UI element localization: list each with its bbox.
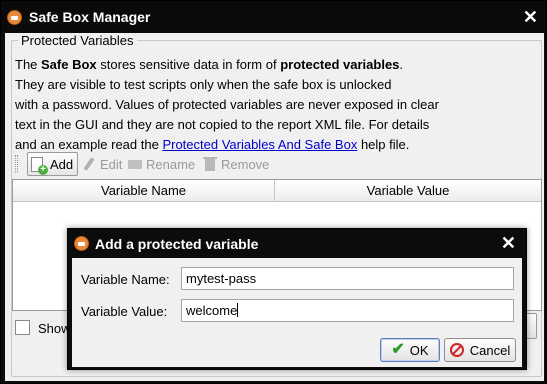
dialog-title: Add a protected variable bbox=[95, 236, 259, 252]
rename-icon bbox=[127, 156, 143, 172]
help-file-link[interactable]: Protected Variables And Safe Box bbox=[162, 137, 357, 152]
ok-button[interactable]: ✔ OK bbox=[380, 338, 440, 362]
dialog-client-area: Variable Name: mytest-pass Variable Valu… bbox=[72, 258, 522, 367]
group-legend: Protected Variables bbox=[18, 33, 137, 48]
app-icon bbox=[74, 236, 89, 251]
rename-label: Rename bbox=[146, 156, 196, 172]
desc-text: stores sensitive data in form of bbox=[96, 57, 281, 72]
ok-label: OK bbox=[409, 342, 429, 358]
show-checkbox[interactable] bbox=[15, 320, 30, 335]
description-line-4: text in the GUI and they are not copied … bbox=[15, 117, 430, 132]
cancel-label: Cancel bbox=[469, 342, 511, 358]
description-line-1: The Safe Box stores sensitive data in fo… bbox=[15, 55, 455, 75]
wrench-icon bbox=[81, 156, 97, 172]
desc-text: help file. bbox=[357, 137, 410, 152]
edit-label: Edit bbox=[100, 156, 123, 172]
text-caret bbox=[237, 303, 239, 317]
toolbar: Add Edit Rename Remove bbox=[15, 152, 535, 176]
add-label: Add bbox=[50, 156, 74, 172]
variable-value-label: Variable Value: bbox=[81, 304, 168, 319]
trash-icon bbox=[202, 156, 218, 172]
checkmark-icon: ✔ bbox=[391, 341, 405, 358]
add-button[interactable]: Add bbox=[27, 152, 79, 176]
description-line-2: They are visible to test scripts only wh… bbox=[15, 77, 392, 92]
description-text: The Safe Box stores sensitive data in fo… bbox=[15, 55, 455, 155]
variable-name-field[interactable]: mytest-pass bbox=[181, 267, 514, 290]
desc-text: The bbox=[15, 57, 42, 72]
desc-bold-safe-box: Safe Box bbox=[41, 57, 97, 72]
remove-label: Remove bbox=[221, 156, 270, 172]
cancel-button[interactable]: Cancel bbox=[444, 338, 516, 362]
close-icon[interactable]: ✕ bbox=[501, 233, 516, 253]
column-header-variable-name[interactable]: Variable Name bbox=[13, 180, 275, 202]
variable-name-value: mytest-pass bbox=[186, 271, 257, 286]
cancel-icon bbox=[449, 343, 464, 357]
edit-button[interactable]: Edit bbox=[81, 152, 122, 176]
app-icon bbox=[7, 10, 22, 25]
description-line-3: with a password. Values of protected var… bbox=[15, 97, 439, 112]
column-header-variable-value[interactable]: Variable Value bbox=[275, 180, 541, 202]
dialog-titlebar[interactable]: Add a protected variable ✕ bbox=[68, 229, 526, 258]
show-checkbox-label: Show bbox=[38, 321, 71, 336]
window-titlebar[interactable]: Safe Box Manager ✕ bbox=[1, 1, 546, 33]
add-icon bbox=[31, 156, 48, 175]
desc-text: . bbox=[399, 57, 404, 72]
variable-name-label: Variable Name: bbox=[81, 272, 170, 287]
window-title: Safe Box Manager bbox=[29, 9, 151, 25]
rename-button[interactable]: Rename bbox=[127, 152, 195, 176]
desc-text: and an example read the bbox=[15, 137, 163, 152]
table-header: Variable Name Variable Value bbox=[13, 180, 541, 202]
add-variable-dialog: Add a protected variable ✕ Variable Name… bbox=[67, 228, 527, 370]
remove-button[interactable]: Remove bbox=[202, 152, 269, 176]
desc-bold-protected-variables: protected variables bbox=[280, 57, 400, 72]
variable-value-value: welcome bbox=[186, 303, 238, 318]
close-icon[interactable]: ✕ bbox=[523, 7, 538, 27]
variable-value-field[interactable]: welcome bbox=[181, 299, 514, 322]
toolbar-grip bbox=[15, 155, 18, 173]
